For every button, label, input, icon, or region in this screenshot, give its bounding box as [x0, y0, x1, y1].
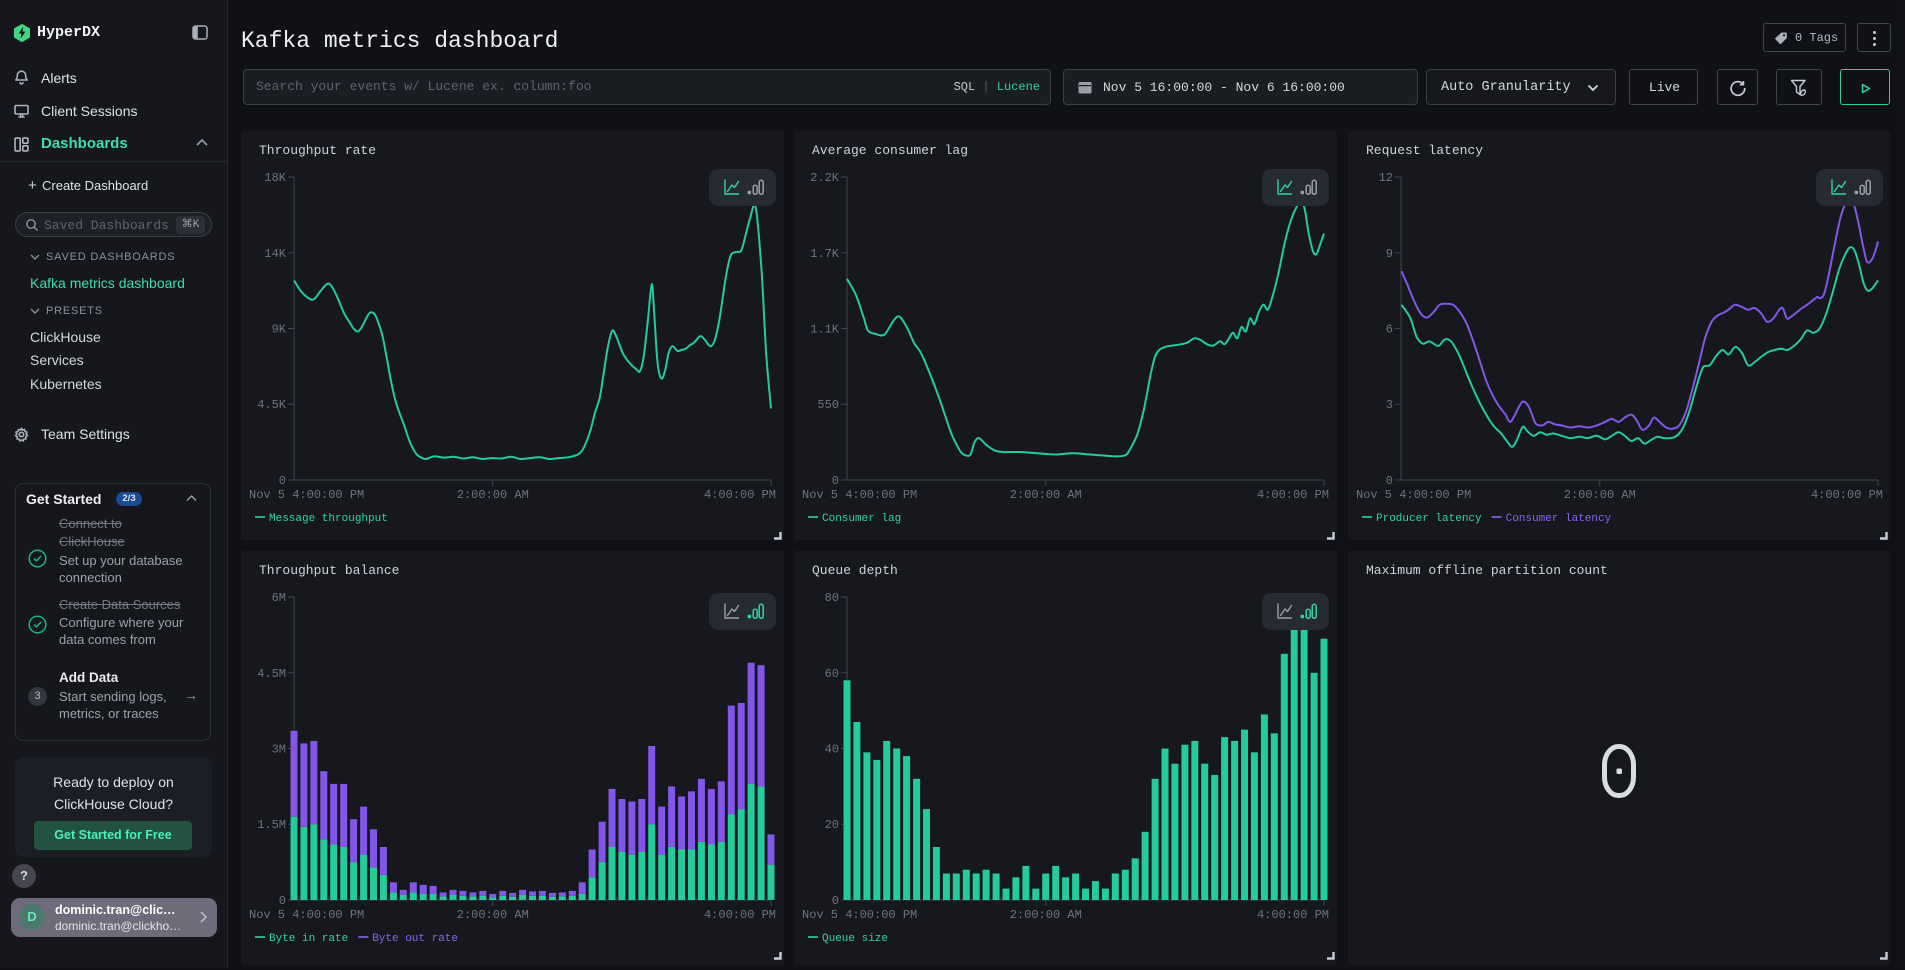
svg-text:0: 0 — [279, 474, 286, 488]
svg-text:Nov 5 4:00:00 PM: Nov 5 4:00:00 PM — [802, 488, 917, 502]
svg-text:1.7K: 1.7K — [810, 247, 840, 261]
svg-text:Nov 5 4:00:00 PM: Nov 5 4:00:00 PM — [249, 488, 364, 502]
svg-text:Average consumer lag: Average consumer lag — [812, 143, 968, 158]
svg-text:4:00:00 PM: 4:00:00 PM — [1257, 488, 1329, 502]
svg-text:Nov 5 4:00:00 PM: Nov 5 4:00:00 PM — [1356, 488, 1471, 502]
svg-text:4.5M: 4.5M — [257, 667, 286, 681]
svg-text:6M: 6M — [272, 591, 286, 605]
svg-text:4:00:00 PM: 4:00:00 PM — [1811, 488, 1883, 502]
svg-text:3: 3 — [1386, 398, 1393, 412]
svg-text:Producer latency: Producer latency — [1376, 513, 1482, 525]
svg-text:3M: 3M — [272, 743, 286, 757]
svg-text:6: 6 — [1386, 323, 1393, 337]
svg-text:2:00:00 AM: 2:00:00 AM — [1564, 488, 1636, 502]
svg-text:Byte out rate: Byte out rate — [372, 933, 458, 945]
svg-text:20: 20 — [825, 818, 839, 832]
svg-text:60: 60 — [825, 667, 839, 681]
svg-text:Consumer latency: Consumer latency — [1506, 513, 1612, 525]
svg-text:80: 80 — [825, 591, 839, 605]
svg-text:Throughput balance: Throughput balance — [259, 563, 399, 578]
svg-text:Maximum offline partition coun: Maximum offline partition count — [1366, 563, 1608, 578]
svg-text:Queue size: Queue size — [822, 933, 888, 945]
svg-text:Queue depth: Queue depth — [812, 563, 898, 578]
svg-text:18K: 18K — [264, 171, 286, 185]
svg-text:2:00:00 AM: 2:00:00 AM — [1010, 908, 1082, 922]
svg-text:Nov 5 4:00:00 PM: Nov 5 4:00:00 PM — [802, 908, 917, 922]
svg-text:4:00:00 PM: 4:00:00 PM — [704, 908, 776, 922]
svg-text:0: 0 — [279, 894, 286, 908]
svg-text:Consumer lag: Consumer lag — [822, 513, 901, 525]
svg-text:4:00:00 PM: 4:00:00 PM — [704, 488, 776, 502]
svg-text:2.2K: 2.2K — [810, 171, 840, 185]
svg-text:Request latency: Request latency — [1366, 143, 1483, 158]
svg-text:Nov 5 4:00:00 PM: Nov 5 4:00:00 PM — [249, 908, 364, 922]
svg-text:550: 550 — [817, 398, 839, 412]
svg-text:1.1K: 1.1K — [810, 323, 840, 337]
svg-text:40: 40 — [825, 743, 839, 757]
svg-text:2:00:00 AM: 2:00:00 AM — [1010, 488, 1082, 502]
svg-text:9: 9 — [1386, 247, 1393, 261]
svg-text:0: 0 — [1386, 474, 1393, 488]
svg-text:9K: 9K — [272, 323, 287, 337]
svg-text:0: 0 — [832, 894, 839, 908]
svg-text:Message throughput: Message throughput — [269, 513, 388, 525]
svg-text:Byte in rate: Byte in rate — [269, 933, 348, 945]
svg-text:4:00:00 PM: 4:00:00 PM — [1257, 908, 1329, 922]
svg-text:14K: 14K — [264, 247, 286, 261]
svg-text:12: 12 — [1379, 171, 1393, 185]
svg-text:4.5K: 4.5K — [257, 398, 287, 412]
svg-text:1.5M: 1.5M — [257, 818, 286, 832]
svg-text:2:00:00 AM: 2:00:00 AM — [457, 908, 529, 922]
svg-text:0: 0 — [832, 474, 839, 488]
svg-text:2:00:00 AM: 2:00:00 AM — [457, 488, 529, 502]
svg-text:Throughput rate: Throughput rate — [259, 143, 376, 158]
